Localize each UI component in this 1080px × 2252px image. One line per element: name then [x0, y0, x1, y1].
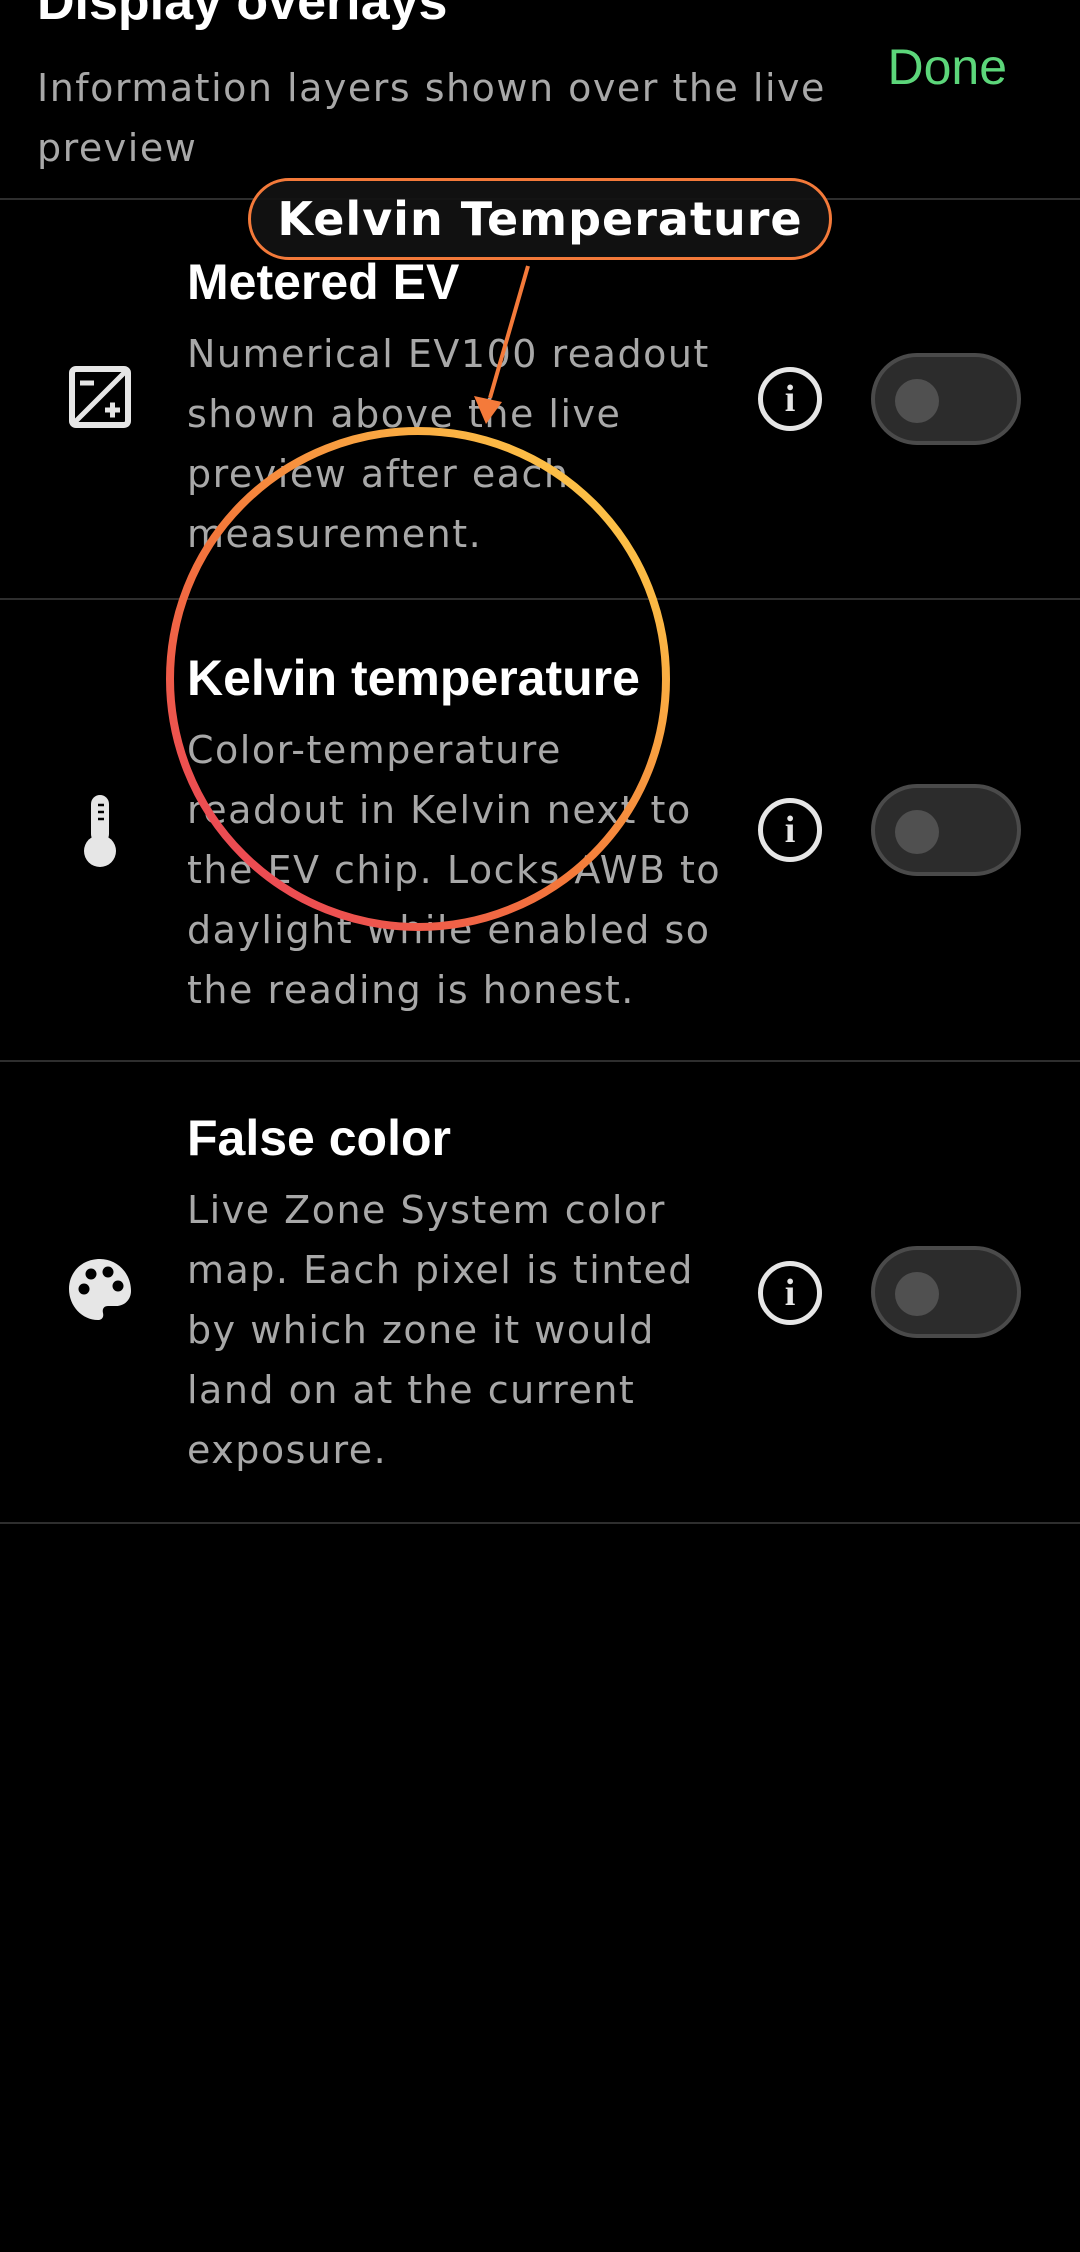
kelvin-temperature-toggle[interactable]: [871, 784, 1021, 876]
overlay-row-false-color: False color Live Zone System color map. …: [0, 1062, 1080, 1524]
overlay-row-text: Kelvin temperature Color-temperature rea…: [187, 648, 727, 1020]
info-icon: i: [784, 809, 796, 851]
info-icon: i: [784, 1272, 796, 1314]
overlay-title: Kelvin temperature: [187, 650, 640, 706]
overlay-row-text: False color Live Zone System color map. …: [187, 1108, 727, 1480]
overlay-row-text: Metered EV Numerical EV100 readout shown…: [187, 252, 727, 564]
false-color-toggle[interactable]: [871, 1246, 1021, 1338]
header: Display overlays Information layers show…: [0, 0, 1080, 200]
overlay-description: Numerical EV100 readout shown above the …: [187, 332, 710, 556]
overlay-title: Metered EV: [187, 254, 460, 310]
exposure-icon: [62, 359, 138, 435]
thermometer-icon: [62, 793, 138, 869]
overlay-row-metered-ev: Metered EV Numerical EV100 readout shown…: [0, 200, 1080, 600]
toggle-knob: [895, 1272, 939, 1316]
info-button[interactable]: i: [758, 798, 822, 862]
info-button[interactable]: i: [758, 1261, 822, 1325]
done-button[interactable]: Done: [887, 38, 1007, 96]
palette-icon: [62, 1252, 138, 1328]
info-icon: i: [784, 378, 796, 420]
metered-ev-toggle[interactable]: [871, 353, 1021, 445]
overlay-title: False color: [187, 1110, 451, 1166]
overlay-description: Color-temperature readout in Kelvin next…: [187, 728, 722, 1012]
page-subtitle: Information layers shown over the live p…: [37, 66, 826, 170]
annotation-label: Kelvin Temperature: [248, 178, 832, 260]
overlay-description: Live Zone System color map. Each pixel i…: [187, 1188, 694, 1472]
page-title: Display overlays: [37, 0, 448, 31]
toggle-knob: [895, 810, 939, 854]
toggle-knob: [895, 379, 939, 423]
info-button[interactable]: i: [758, 367, 822, 431]
overlay-row-kelvin-temperature: Kelvin temperature Color-temperature rea…: [0, 600, 1080, 1062]
